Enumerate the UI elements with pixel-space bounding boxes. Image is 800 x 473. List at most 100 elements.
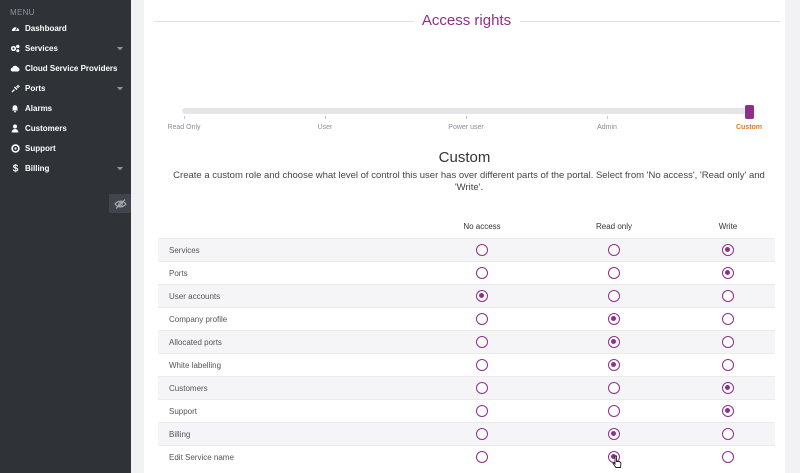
permission-row-services: Services [158, 238, 775, 261]
radio-ports-write[interactable] [722, 267, 734, 279]
permission-name: Support [169, 406, 198, 416]
radio-services-write[interactable] [722, 244, 734, 256]
role-slider-handle[interactable] [745, 105, 754, 119]
page-title: Access rights [414, 12, 519, 29]
radio-services-no-access[interactable] [476, 244, 488, 256]
role-slider-track[interactable] [182, 108, 753, 114]
permission-name: Company profile [169, 314, 228, 324]
slider-tick [466, 116, 467, 119]
permission-row-support: Support [158, 399, 775, 422]
permission-name: Ports [169, 268, 188, 278]
bell-icon [10, 104, 20, 113]
radio-billing-no-access[interactable] [476, 428, 488, 440]
sidebar-item-label: Dashboard [25, 23, 67, 33]
radio-allocated-ports-write[interactable] [722, 336, 734, 348]
access-rights-panel: Access rights Read Only User Power user Adm… [144, 0, 785, 473]
lifebuoy-icon [10, 143, 20, 153]
permission-row-user-accounts: User accounts [158, 284, 775, 307]
radio-edit-service-name-read-only[interactable] [608, 451, 620, 463]
permission-row-billing: Billing [158, 422, 775, 445]
radio-ports-no-access[interactable] [476, 267, 488, 279]
permission-row-ports: Ports [158, 261, 775, 284]
slider-tick [607, 116, 608, 119]
permission-name: Edit Service name [169, 452, 234, 462]
dashboard-icon [10, 24, 20, 32]
sidebar-item-support[interactable]: Support [0, 139, 131, 157]
sidebar-item-label: Customers [25, 123, 67, 133]
level-label-read-only[interactable]: Read Only [167, 124, 200, 131]
user-icon [10, 124, 20, 133]
radio-customers-read-only[interactable] [608, 382, 620, 394]
sidebar-item-label: Services [25, 43, 58, 53]
level-label-admin[interactable]: Admin [597, 124, 617, 131]
radio-billing-write[interactable] [722, 428, 734, 440]
level-label-custom[interactable]: Custom [736, 124, 762, 131]
sidebar-item-services[interactable]: Services [0, 39, 131, 57]
permission-name: Services [169, 245, 200, 255]
radio-company-profile-no-access[interactable] [476, 313, 488, 325]
permission-row-allocated-ports: Allocated ports [158, 330, 775, 353]
radio-edit-service-name-write[interactable] [722, 451, 734, 463]
sidebar-item-dashboard[interactable]: Dashboard [0, 19, 131, 37]
radio-support-read-only[interactable] [608, 405, 620, 417]
role-title: Custom [438, 149, 491, 166]
permission-row-edit-service-name: Edit Service name [158, 445, 775, 468]
permission-name: White labelling [169, 360, 222, 370]
title-divider-left [154, 21, 414, 22]
role-description: Create a custom role and choose what lev… [173, 170, 765, 193]
sidebar-item-label: Ports [25, 83, 46, 93]
radio-white-labelling-no-access[interactable] [476, 359, 488, 371]
column-header-read-only: Read only [595, 222, 633, 231]
slider-tick [184, 116, 185, 119]
radio-customers-write[interactable] [722, 382, 734, 394]
permission-name: Allocated ports [169, 337, 222, 347]
radio-services-read-only[interactable] [608, 244, 620, 256]
sidebar: MENU Dashboard Services Cloud Service Prov… [0, 0, 131, 473]
plug-icon [10, 84, 20, 93]
sidebar-item-label: Billing [25, 163, 50, 173]
sidebar-visibility-toggle[interactable] [109, 194, 131, 213]
radio-user-accounts-write[interactable] [722, 290, 734, 302]
radio-allocated-ports-read-only[interactable] [608, 336, 620, 348]
menu-header: MENU [10, 8, 35, 17]
sidebar-item-ports[interactable]: Ports [0, 79, 131, 97]
column-header-write: Write [718, 222, 738, 231]
sidebar-item-label: Alarms [25, 103, 53, 113]
permission-row-white-labelling: White labelling [158, 353, 775, 376]
dollar-icon: $ [10, 163, 20, 174]
permission-name: Customers [169, 383, 208, 393]
radio-white-labelling-write[interactable] [722, 359, 734, 371]
radio-support-write[interactable] [722, 405, 734, 417]
radio-support-no-access[interactable] [476, 405, 488, 417]
radio-user-accounts-no-access[interactable] [476, 290, 488, 302]
radio-billing-read-only[interactable] [608, 428, 620, 440]
radio-user-accounts-read-only[interactable] [608, 290, 620, 302]
sidebar-item-label: Cloud Service Providers [25, 63, 118, 73]
radio-company-profile-write[interactable] [722, 313, 734, 325]
radio-allocated-ports-no-access[interactable] [476, 336, 488, 348]
radio-company-profile-read-only[interactable] [608, 313, 620, 325]
sidebar-item-alarms[interactable]: Alarms [0, 99, 131, 117]
sidebar-item-cloud-service-providers[interactable]: Cloud Service Providers [0, 59, 131, 77]
level-label-user[interactable]: User [318, 124, 333, 131]
chevron-down-icon [117, 84, 123, 93]
sidebar-item-customers[interactable]: Customers [0, 119, 131, 137]
permission-row-customers: Customers [158, 376, 775, 399]
cloud-icon [10, 65, 20, 72]
radio-edit-service-name-no-access[interactable] [476, 451, 488, 463]
eye-slash-icon [113, 198, 127, 209]
radio-ports-read-only[interactable] [608, 267, 620, 279]
permission-name: Billing [169, 429, 191, 439]
services-icon [10, 44, 20, 53]
radio-customers-no-access[interactable] [476, 382, 488, 394]
chevron-down-icon [117, 44, 123, 53]
column-header-no-access: No access [463, 222, 501, 231]
svg-text:$: $ [12, 164, 18, 174]
sidebar-item-label: Support [25, 143, 56, 153]
sidebar-item-billing[interactable]: $ Billing [0, 159, 131, 177]
slider-tick [325, 116, 326, 119]
level-label-power-user[interactable]: Power user [448, 124, 483, 131]
radio-white-labelling-read-only[interactable] [608, 359, 620, 371]
title-divider-right [520, 21, 780, 22]
permission-name: User accounts [169, 291, 221, 301]
